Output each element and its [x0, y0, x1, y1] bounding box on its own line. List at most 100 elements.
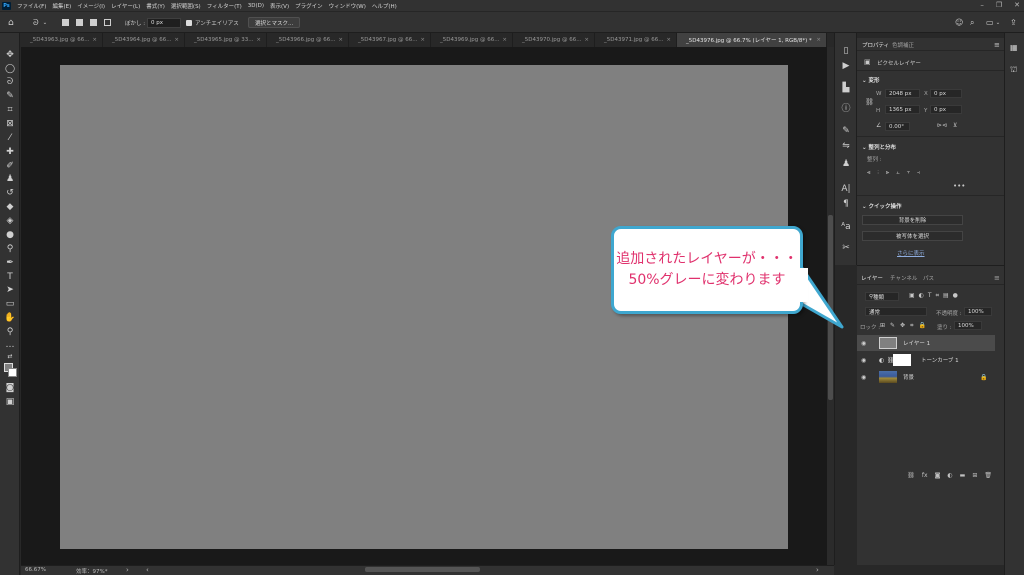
character-panel-icon[interactable]: A|	[840, 183, 852, 195]
document-tab[interactable]: _5D43965.jpg @ 33... ×	[185, 33, 267, 47]
workspace-icon[interactable]: ▭ ⌄	[986, 17, 1000, 28]
minimize-icon[interactable]: –	[980, 1, 984, 9]
document-tab[interactable]: _5D43967.jpg @ 66... ×	[349, 33, 431, 47]
remove-background-button[interactable]: 背景を削除	[862, 215, 963, 225]
more-align-icon[interactable]: •••	[953, 182, 965, 190]
selection-new-icon[interactable]	[62, 17, 69, 28]
paragraph-panel-icon[interactable]: ¶	[840, 198, 852, 210]
info-panel-icon[interactable]: ⓘ	[840, 103, 852, 115]
brush-panel-icon[interactable]: ✎	[840, 125, 852, 137]
document-tab[interactable]: _5D43971.jpg @ 66... ×	[595, 33, 677, 47]
menu-edit[interactable]: 編集(E)	[52, 2, 71, 10]
screen-mode-icon[interactable]: ▣	[4, 396, 16, 408]
tab-adjustments[interactable]: 色調補正	[892, 41, 914, 49]
search-user-icon[interactable]: ☺	[955, 17, 963, 28]
panel-menu-icon[interactable]: ≡	[994, 41, 1000, 49]
blur-tool-icon[interactable]: ●	[4, 229, 16, 241]
frame-tool-icon[interactable]: ⊠	[4, 118, 16, 130]
scroll-right-icon[interactable]: ›	[816, 566, 819, 574]
healing-brush-tool-icon[interactable]: ✚	[4, 146, 16, 158]
menu-file[interactable]: ファイル(F)	[17, 2, 46, 10]
zoom-level[interactable]: 66.67%	[25, 567, 46, 573]
lasso-tool-icon[interactable]: ᘐ	[4, 76, 16, 88]
marquee-tool-icon[interactable]: ◯	[4, 63, 16, 75]
stamp-tool-icon[interactable]: ♟	[4, 173, 16, 185]
quick-actions-title[interactable]: ⌄ クイック操作	[862, 202, 902, 210]
link-layers-icon[interactable]: ⛓	[907, 472, 915, 479]
blend-mode-select[interactable]: 通常	[865, 307, 927, 316]
type-tool-icon[interactable]: T	[4, 271, 16, 283]
move-tool-icon[interactable]: ✥	[4, 49, 16, 61]
clone-source-panel-icon[interactable]: ♟	[840, 158, 852, 170]
add-mask-icon[interactable]: ◙	[935, 472, 941, 479]
tab-close-icon[interactable]: ×	[256, 37, 261, 43]
select-subject-button[interactable]: 被写体を選択	[862, 231, 963, 241]
tab-close-icon[interactable]: ×	[174, 37, 179, 43]
transform-section-title[interactable]: ⌄ 変形	[862, 76, 880, 84]
document-tab[interactable]: _5D43969.jpg @ 66... ×	[431, 33, 513, 47]
document-tab[interactable]: _5D43963.jpg @ 66... ×	[21, 33, 103, 47]
menu-select[interactable]: 選択範囲(S)	[171, 2, 201, 10]
new-group-icon[interactable]: ▬	[960, 472, 966, 479]
restore-icon[interactable]: ❐	[996, 1, 1002, 9]
swap-colors-icon[interactable]: ⇄	[4, 351, 16, 363]
dodge-tool-icon[interactable]: ⚲	[4, 243, 16, 255]
flip-vertical-icon[interactable]: ⊻	[953, 122, 957, 129]
visibility-eye-icon[interactable]: ◉	[861, 357, 866, 364]
feather-input[interactable]: 0 px	[147, 17, 181, 28]
tab-channels[interactable]: チャンネル	[890, 274, 917, 282]
tab-close-icon[interactable]: ×	[584, 37, 589, 43]
menu-layer[interactable]: レイヤー(L)	[111, 2, 140, 10]
tab-close-icon[interactable]: ×	[338, 37, 343, 43]
visibility-eye-icon[interactable]: ◉	[861, 374, 866, 381]
layers-menu-icon[interactable]: ≡	[994, 274, 1000, 282]
background-color-swatch[interactable]	[8, 368, 17, 377]
actions-panel-icon[interactable]: ▶	[840, 60, 852, 72]
status-menu-icon[interactable]: ›	[126, 566, 129, 574]
fill-input[interactable]: 100%	[954, 321, 982, 330]
path-select-tool-icon[interactable]: ➤	[4, 284, 16, 296]
eyedropper-tool-icon[interactable]: ⁄	[4, 132, 16, 144]
selection-intersect-icon[interactable]	[104, 17, 111, 28]
y-input[interactable]: 0 px	[930, 105, 962, 114]
width-input[interactable]: 2048 px	[885, 89, 920, 98]
adjustment-panel-icon[interactable]: ⇋	[840, 140, 852, 152]
menu-3d[interactable]: 3D(D)	[248, 3, 264, 9]
select-and-mask-button[interactable]: 選択とマスク...	[248, 17, 301, 28]
lock-icons[interactable]: ⊞✎✥⌗🔒	[880, 322, 931, 330]
document-tab[interactable]: _5D43970.jpg @ 66... ×	[513, 33, 595, 47]
tab-close-icon[interactable]: ×	[502, 37, 507, 43]
eraser-tool-icon[interactable]: ◆	[4, 201, 16, 213]
brush-tool-icon[interactable]: ✐	[4, 160, 16, 172]
layer-filter-select[interactable]: ⚲ 種類	[865, 292, 899, 301]
menu-image[interactable]: イメージ(I)	[77, 2, 105, 10]
menu-plugins[interactable]: プラグイン	[295, 2, 323, 10]
share-icon[interactable]: ⇪	[1010, 17, 1017, 28]
flip-horizontal-icon[interactable]: ⊳⊲	[937, 122, 947, 129]
libraries-panel-icon[interactable]: ▦	[1010, 43, 1018, 52]
document-tab-active[interactable]: _5D43976.jpg @ 66.7% (レイヤー 1, RGB/8*) * ×	[677, 33, 827, 47]
tab-layers[interactable]: レイヤー	[861, 274, 883, 282]
menu-type[interactable]: 書式(Y)	[146, 2, 165, 10]
menu-window[interactable]: ウィンドウ(W)	[329, 2, 366, 10]
visibility-eye-icon[interactable]: ◉	[861, 340, 866, 347]
angle-input[interactable]: 0.00°	[885, 122, 910, 131]
opacity-input[interactable]: 100%	[964, 307, 992, 316]
layer-row[interactable]: ◉ レイヤー 1	[857, 335, 995, 351]
scroll-left-icon[interactable]: ‹	[146, 566, 149, 574]
antialias-checkbox[interactable]: アンチエイリアス	[186, 17, 239, 28]
pen-tool-icon[interactable]: ✒	[4, 257, 16, 269]
menu-filter[interactable]: フィルター(T)	[207, 2, 242, 10]
gradient-tool-icon[interactable]: ◈	[4, 215, 16, 227]
link-icon[interactable]: ⛓	[865, 98, 874, 106]
horizontal-scrollbar-thumb[interactable]	[365, 567, 480, 572]
tab-close-icon[interactable]: ×	[816, 37, 821, 43]
delete-layer-icon[interactable]: 🗑	[984, 472, 992, 479]
document-tab[interactable]: _5D43966.jpg @ 66... ×	[267, 33, 349, 47]
layer-row[interactable]: ◉ 背景 🔒	[857, 369, 995, 385]
search-icon[interactable]: ⌕	[970, 17, 974, 28]
document-tab[interactable]: _5D43964.jpg @ 66... ×	[103, 33, 185, 47]
align-section-title[interactable]: ⌄ 整列と分布	[862, 143, 896, 151]
new-adjustment-icon[interactable]: ◐	[947, 472, 952, 479]
glyphs-panel-icon[interactable]: ᴬa	[840, 221, 852, 233]
